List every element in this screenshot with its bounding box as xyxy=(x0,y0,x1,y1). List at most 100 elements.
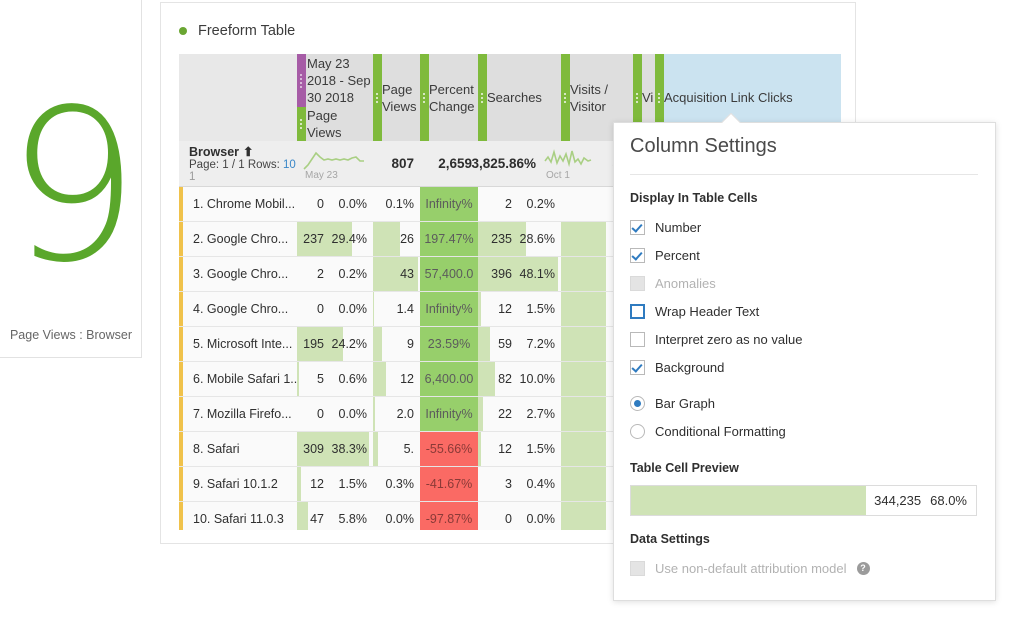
table-cell-pageviews-range[interactable]: 19524.2% xyxy=(297,327,373,361)
table-cell-searches[interactable]: 39648.1% xyxy=(478,257,561,291)
table-cell-page-views[interactable]: 70.3% xyxy=(373,467,420,501)
table-cell-percent-change[interactable]: 23.59% xyxy=(420,327,478,361)
header-date-range-column[interactable]: May 23 2018 - Sep 30 2018 Page Views xyxy=(297,54,373,141)
table-cell-percent-change[interactable]: Infinity% xyxy=(420,397,478,431)
radio-icon[interactable] xyxy=(630,396,645,411)
option-label: Conditional Formatting xyxy=(655,424,786,439)
checkbox-icon[interactable] xyxy=(630,220,645,235)
summary-dimension-cell[interactable]: Browser ⬆ Page: 1 / 1 Rows: 10 1 xyxy=(179,141,297,186)
checkbox-icon[interactable] xyxy=(630,248,645,263)
table-cell-searches[interactable]: 121.5% xyxy=(478,292,561,326)
cell-percent: 7.2% xyxy=(519,337,555,351)
table-cell-dimension[interactable]: 2. Google Chro... xyxy=(179,222,297,256)
checkbox-icon[interactable] xyxy=(630,561,645,576)
option-interpret-zero-as-no-value[interactable]: Interpret zero as no value xyxy=(630,325,980,353)
table-cell-searches[interactable]: 30.4% xyxy=(478,467,561,501)
table-cell-searches[interactable]: 121.5% xyxy=(478,432,561,466)
drag-handle-icon[interactable] xyxy=(373,54,382,141)
checkbox-icon[interactable] xyxy=(630,304,645,319)
table-cell-dimension[interactable]: 6. Mobile Safari 1... xyxy=(179,362,297,396)
radio-bar-graph[interactable]: Bar Graph xyxy=(630,389,980,417)
section-label-preview: Table Cell Preview xyxy=(630,461,980,475)
table-cell-page-views[interactable]: 30.1% xyxy=(373,187,420,221)
sort-arrow-icon[interactable]: ⬆ xyxy=(243,144,253,159)
table-cell-page-views[interactable]: 70526 xyxy=(373,222,420,256)
option-number[interactable]: Number xyxy=(630,213,980,241)
checkbox-icon[interactable] xyxy=(630,332,645,347)
table-cell-page-views[interactable]: 1,15043 xyxy=(373,257,420,291)
checkbox-icon[interactable] xyxy=(630,276,645,291)
header-col-percent-change[interactable]: Percent Change xyxy=(420,54,478,141)
preview-values: 344,235 68.0% xyxy=(631,493,976,508)
table-cell-pageviews-range[interactable]: 30938.3% xyxy=(297,432,373,466)
drag-handle-icon[interactable] xyxy=(478,54,487,141)
table-cell-page-views[interactable]: 10.0% xyxy=(373,502,420,530)
drag-handle-icon[interactable] xyxy=(420,54,429,141)
cell-values: 00.0% xyxy=(478,512,561,526)
help-icon[interactable]: ? xyxy=(857,562,870,575)
table-cell-dimension[interactable]: 4. Google Chro... xyxy=(179,292,297,326)
table-cell-percent-change[interactable]: Infinity% xyxy=(420,292,478,326)
table-cell-pageviews-range[interactable]: 475.8% xyxy=(297,502,373,530)
rows-value[interactable]: 10 xyxy=(283,159,296,171)
header-dimension-cell[interactable] xyxy=(179,54,297,141)
table-cell-searches[interactable]: 23528.6% xyxy=(478,222,561,256)
header-col-searches[interactable]: Searches xyxy=(478,54,561,141)
table-cell-percent-change[interactable]: -55.66% xyxy=(420,432,478,466)
table-cell-dimension[interactable]: 10. Safari 11.0.3 xyxy=(179,502,297,530)
radio-conditional-formatting[interactable]: Conditional Formatting xyxy=(630,417,980,445)
table-cell-page-views[interactable]: 32512 xyxy=(373,362,420,396)
cell-values: 2419 xyxy=(373,337,420,351)
table-cell-percent-change[interactable]: -41.67% xyxy=(420,467,478,501)
table-cell-page-views[interactable]: 2419 xyxy=(373,327,420,361)
header-col-label: Searches xyxy=(478,89,546,106)
cell-number: 3 xyxy=(505,477,512,491)
table-cell-page-views[interactable]: 532.0 xyxy=(373,397,420,431)
table-cell-percent-change[interactable]: 6,400.00 xyxy=(420,362,478,396)
table-cell-pageviews-range[interactable]: 50.6% xyxy=(297,362,373,396)
table-cell-dimension[interactable]: 7. Mozilla Firefo... xyxy=(179,397,297,431)
radio-icon[interactable] xyxy=(630,424,645,439)
panel-header: Freeform Table xyxy=(179,23,295,39)
percent-change-value: 23.59% xyxy=(420,337,478,351)
table-cell-pageviews-range[interactable]: 00.0% xyxy=(297,187,373,221)
option-wrap-header-text[interactable]: Wrap Header Text xyxy=(630,297,980,325)
header-col-page-views[interactable]: Page Views xyxy=(373,54,420,141)
table-cell-dimension[interactable]: 3. Google Chro... xyxy=(179,257,297,291)
table-cell-percent-change[interactable]: Infinity% xyxy=(420,187,478,221)
cell-values: 00.0% xyxy=(297,302,373,316)
drag-handle-icon[interactable] xyxy=(297,54,306,107)
table-cell-dimension[interactable]: 8. Safari xyxy=(179,432,297,466)
table-cell-searches[interactable]: 20.2% xyxy=(478,187,561,221)
table-cell-pageviews-range[interactable]: 121.5% xyxy=(297,467,373,501)
table-cell-percent-change[interactable]: -97.87% xyxy=(420,502,478,530)
table-cell-pageviews-range[interactable]: 00.0% xyxy=(297,397,373,431)
table-cell-dimension[interactable]: 1. Chrome Mobil... xyxy=(179,187,297,221)
table-cell-page-views[interactable]: 1375. xyxy=(373,432,420,466)
table-cell-percent-change[interactable]: 197.47% xyxy=(420,222,478,256)
cell-values: 23528.6% xyxy=(478,232,561,246)
table-cell-dimension[interactable]: 5. Microsoft Inte... xyxy=(179,327,297,361)
cell-percent: 0.0% xyxy=(331,197,367,211)
table-cell-searches[interactable]: 8210.0% xyxy=(478,362,561,396)
header-date-range-metric-seg[interactable]: Page Views xyxy=(297,107,373,141)
option-anomalies[interactable]: Anomalies xyxy=(630,269,980,297)
option-use-non-default-attribution-model[interactable]: Use non-default attribution model ? xyxy=(630,554,980,582)
table-cell-searches[interactable]: 00.0% xyxy=(478,502,561,530)
option-background[interactable]: Background xyxy=(630,353,980,381)
table-cell-pageviews-range[interactable]: 20.2% xyxy=(297,257,373,291)
checkbox-icon[interactable] xyxy=(630,360,645,375)
drag-handle-icon[interactable] xyxy=(297,107,306,141)
table-cell-dimension[interactable]: 9. Safari 10.1.2 xyxy=(179,467,297,501)
table-cell-page-views[interactable]: 371.4 xyxy=(373,292,420,326)
drag-handle-icon[interactable] xyxy=(561,54,570,141)
table-cell-searches[interactable]: 597.2% xyxy=(478,327,561,361)
option-percent[interactable]: Percent xyxy=(630,241,980,269)
table-cell-pageviews-range[interactable]: 00.0% xyxy=(297,292,373,326)
table-cell-percent-change[interactable]: 57,400.0 xyxy=(420,257,478,291)
table-cell-pageviews-range[interactable]: 23729.4% xyxy=(297,222,373,256)
header-col-label: Acquisition Link Clicks xyxy=(655,89,797,106)
section-label-display: Display In Table Cells xyxy=(630,191,980,205)
header-date-range-seg[interactable]: May 23 2018 - Sep 30 2018 xyxy=(297,54,373,107)
table-cell-searches[interactable]: 222.7% xyxy=(478,397,561,431)
